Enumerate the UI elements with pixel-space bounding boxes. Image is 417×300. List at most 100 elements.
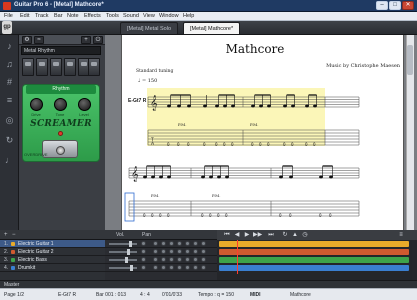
volume-slider[interactable] bbox=[109, 259, 137, 261]
menu-note[interactable]: Note bbox=[67, 13, 79, 19]
menu-sound[interactable]: Sound bbox=[123, 13, 139, 19]
menu-help[interactable]: Help bbox=[183, 13, 194, 19]
solo-toggle[interactable] bbox=[153, 249, 158, 254]
amp-module-4[interactable] bbox=[64, 58, 76, 76]
tab-metal-solo[interactable]: [Metal] Metal Solo bbox=[120, 22, 179, 34]
track-row[interactable]: 3. Electric Bass bbox=[0, 256, 105, 264]
scale-icon[interactable]: ≡ bbox=[4, 95, 15, 106]
fx-toggle[interactable] bbox=[185, 249, 190, 254]
timeline-bar-guitar-1[interactable] bbox=[219, 241, 409, 247]
eq-toggle[interactable] bbox=[193, 241, 198, 246]
volume-handle[interactable] bbox=[129, 241, 132, 247]
pan-knob[interactable] bbox=[141, 249, 146, 254]
loop-icon[interactable]: ↻ bbox=[4, 135, 15, 146]
fx-toggle[interactable] bbox=[185, 265, 190, 270]
timeline-bar-bass[interactable] bbox=[219, 257, 409, 263]
drive-knob[interactable] bbox=[30, 98, 43, 111]
eq-toggle[interactable] bbox=[193, 249, 198, 254]
visible-toggle[interactable] bbox=[177, 241, 182, 246]
menu-effects[interactable]: Effects bbox=[84, 13, 101, 19]
rack-settings-icon[interactable]: ⚙ bbox=[22, 36, 32, 44]
midi-toggle[interactable] bbox=[201, 265, 206, 270]
visible-toggle[interactable] bbox=[177, 249, 182, 254]
amp-module-1[interactable] bbox=[22, 58, 34, 76]
metronome-icon[interactable]: ▲ bbox=[291, 231, 299, 239]
fx-toggle[interactable] bbox=[185, 257, 190, 262]
visible-toggle[interactable] bbox=[177, 257, 182, 262]
eq-toggle[interactable] bbox=[193, 257, 198, 262]
visible-toggle[interactable] bbox=[177, 265, 182, 270]
mute-toggle[interactable] bbox=[161, 249, 166, 254]
fx-toggle[interactable] bbox=[185, 241, 190, 246]
pan-knob[interactable] bbox=[141, 257, 146, 262]
rack-add-icon[interactable]: + bbox=[81, 36, 91, 44]
edition-palette-icon[interactable]: ♪ bbox=[4, 41, 15, 52]
bar-indicator[interactable]: Bar 001 : 013 bbox=[96, 292, 126, 298]
menu-file[interactable]: File bbox=[4, 13, 13, 19]
rse-icon[interactable]: ◎ bbox=[4, 115, 15, 126]
rack-signal-icon[interactable]: ≈ bbox=[34, 36, 44, 44]
tempo-indicator[interactable]: Tempo : q = 150 bbox=[198, 292, 234, 298]
mute-toggle[interactable] bbox=[161, 257, 166, 262]
page-indicator[interactable]: Page 1/2 bbox=[4, 292, 24, 298]
timeline-bar-guitar-2[interactable] bbox=[219, 249, 409, 255]
go-to-end-icon[interactable]: ⏭ bbox=[267, 231, 275, 239]
mute-toggle[interactable] bbox=[161, 241, 166, 246]
menu-edit[interactable]: Edit bbox=[20, 13, 29, 19]
next-bar-icon[interactable]: ▶▶ bbox=[253, 231, 262, 239]
scrollbar-thumb[interactable] bbox=[407, 45, 413, 75]
track-timeline[interactable] bbox=[217, 240, 412, 280]
transport-menu-icon[interactable]: ≡ bbox=[397, 231, 405, 239]
rse-toggle[interactable] bbox=[169, 249, 174, 254]
menu-view[interactable]: View bbox=[143, 13, 155, 19]
rse-toggle[interactable] bbox=[169, 265, 174, 270]
menu-bar-item[interactable]: Bar bbox=[54, 13, 63, 19]
tab-mathcore[interactable]: [Metal] Mathcore* bbox=[183, 22, 241, 34]
preset-select[interactable]: Metal Rhythm bbox=[21, 46, 101, 55]
menu-track[interactable]: Track bbox=[35, 13, 49, 19]
solo-toggle[interactable] bbox=[153, 257, 158, 262]
rack-power-icon[interactable]: ⏻ bbox=[93, 36, 103, 44]
midi-toggle[interactable] bbox=[201, 257, 206, 262]
amp-module-3[interactable] bbox=[50, 58, 62, 76]
track-row[interactable]: 4. Drumkit bbox=[0, 264, 105, 272]
tone-knob[interactable] bbox=[54, 98, 67, 111]
maximize-button[interactable]: □ bbox=[389, 1, 401, 10]
menu-window[interactable]: Window bbox=[159, 13, 179, 19]
rse-toggle[interactable] bbox=[169, 241, 174, 246]
amp-module-2[interactable] bbox=[36, 58, 48, 76]
previous-bar-icon[interactable]: ◀ bbox=[233, 231, 241, 239]
volume-slider[interactable] bbox=[109, 243, 137, 245]
volume-handle[interactable] bbox=[125, 257, 128, 263]
chord-icon[interactable]: # bbox=[4, 77, 15, 88]
volume-slider[interactable] bbox=[109, 251, 137, 253]
loop-icon[interactable]: ↻ bbox=[281, 231, 289, 239]
guitar-icon[interactable]: ♫ bbox=[4, 59, 15, 70]
amp-module-6[interactable] bbox=[88, 58, 100, 76]
go-to-start-icon[interactable]: ⏮ bbox=[223, 231, 231, 239]
eq-toggle[interactable] bbox=[193, 265, 198, 270]
add-track-icon[interactable]: + bbox=[4, 232, 8, 238]
solo-toggle[interactable] bbox=[153, 241, 158, 246]
countdown-icon[interactable]: ◷ bbox=[301, 231, 309, 239]
track-row[interactable]: 1. Electric Guitar 1 bbox=[0, 240, 105, 248]
midi-toggle[interactable] bbox=[201, 249, 206, 254]
remove-track-icon[interactable]: − bbox=[12, 232, 16, 238]
pan-knob[interactable] bbox=[141, 265, 146, 270]
level-knob[interactable] bbox=[78, 98, 91, 111]
midi-toggle[interactable] bbox=[201, 241, 206, 246]
microphone-icon[interactable]: ♩ bbox=[4, 155, 15, 166]
play-icon[interactable]: ▶ bbox=[243, 231, 251, 239]
minimize-button[interactable]: – bbox=[376, 1, 388, 10]
close-button[interactable]: ✕ bbox=[402, 1, 414, 10]
master-track[interactable]: Master bbox=[0, 280, 417, 288]
timeline-bar-drums[interactable] bbox=[219, 265, 409, 271]
volume-handle[interactable] bbox=[127, 249, 130, 255]
solo-toggle[interactable] bbox=[153, 265, 158, 270]
menu-tools[interactable]: Tools bbox=[106, 13, 119, 19]
pedal-channel-label[interactable]: Rhythm bbox=[26, 85, 96, 94]
track-row[interactable]: 2. Electric Guitar 2 bbox=[0, 248, 105, 256]
volume-handle[interactable] bbox=[130, 265, 133, 271]
mute-toggle[interactable] bbox=[161, 265, 166, 270]
pan-knob[interactable] bbox=[141, 241, 146, 246]
